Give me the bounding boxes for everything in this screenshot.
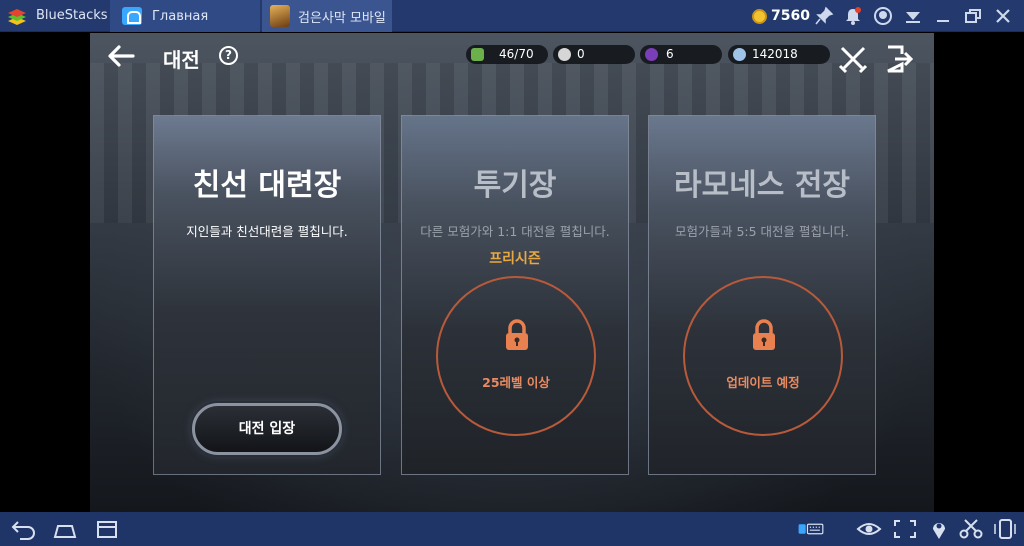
rotate-screen-icon[interactable] — [992, 518, 1018, 540]
tab-game[interactable]: 검은사막 모바일 — [262, 0, 392, 32]
page-title: 대전 — [163, 48, 200, 72]
recents-nav-icon[interactable] — [94, 518, 120, 540]
back-arrow-icon[interactable] — [106, 43, 136, 69]
card-friendly-arena[interactable]: 친선 대련장 지인들과 친선대련을 펼칩니다. 대전 입장 — [153, 115, 381, 475]
eye-icon[interactable] — [856, 518, 882, 540]
restore-icon[interactable] — [963, 6, 983, 26]
card-description: 다른 모험가와 1:1 대전을 펼칩니다. — [420, 224, 610, 239]
home-nav-icon[interactable] — [52, 518, 78, 540]
silver-value: 142018 — [752, 47, 798, 61]
energy-icon — [471, 48, 484, 61]
crystal-icon — [645, 48, 658, 61]
android-navbar — [0, 512, 1024, 546]
fullscreen-icon[interactable] — [892, 518, 918, 540]
crystal-counter: 6 — [640, 45, 722, 64]
pearl-icon — [558, 48, 571, 61]
card-title: 친선 대련장 — [192, 168, 342, 203]
enter-battle-button[interactable]: 대전 입장 — [192, 403, 342, 455]
pin-icon[interactable] — [814, 6, 834, 26]
location-icon[interactable] — [926, 518, 952, 540]
window-titlebar: BlueStacks Главная 검은사막 모바일 7560 — [0, 0, 1024, 32]
card-title: 라모네스 전장 — [673, 168, 851, 203]
pearl-counter: 0 — [553, 45, 635, 64]
lock-icon — [753, 319, 775, 350]
coin-count: 7560 — [771, 8, 810, 24]
game-thumbnail-icon — [270, 5, 290, 27]
card-description: 모험가들과 5:5 대전을 펼칩니다. — [674, 224, 849, 239]
home-icon — [122, 7, 142, 25]
back-nav-icon[interactable] — [10, 518, 36, 540]
tab-home-label: Главная — [152, 8, 209, 24]
crystal-value: 6 — [666, 47, 674, 61]
close-icon[interactable] — [993, 6, 1013, 26]
coin-icon — [752, 9, 767, 24]
bluestacks-logo-icon — [8, 9, 26, 25]
preseason-badge: 프리시즌 — [489, 251, 541, 267]
energy-counter: 46/70 — [466, 45, 548, 64]
energy-value: 46/70 — [499, 47, 534, 61]
unlock-requirement: 25레벨 이상 — [482, 375, 550, 390]
account-icon[interactable] — [873, 6, 893, 26]
lock-ring: 25레벨 이상 — [436, 276, 596, 436]
lock-icon — [506, 319, 528, 350]
minimize-icon[interactable] — [933, 6, 953, 26]
scissors-icon[interactable] — [958, 518, 984, 540]
app-name: BlueStacks — [36, 8, 108, 23]
exit-icon[interactable] — [884, 44, 914, 74]
silver-counter: 142018 — [728, 45, 830, 64]
card-title: 투기장 — [473, 168, 557, 203]
bell-icon[interactable] — [843, 6, 863, 26]
pearl-value: 0 — [577, 47, 585, 61]
card-battlefield[interactable]: 라모네스 전장 모험가들과 5:5 대전을 펼칩니다. 업데이트 예정 — [648, 115, 876, 475]
crossed-swords-icon[interactable] — [838, 44, 868, 74]
card-arena[interactable]: 투기장 다른 모험가와 1:1 대전을 펼칩니다. 프리시즌 25레벨 이상 — [401, 115, 629, 475]
card-description: 지인들과 친선대련을 펼칩니다. — [186, 224, 348, 239]
tab-home[interactable]: Главная — [110, 0, 260, 32]
unlock-requirement: 업데이트 예정 — [726, 375, 800, 390]
lock-ring: 업데이트 예정 — [683, 276, 843, 436]
tab-game-label: 검은사막 모바일 — [298, 10, 386, 26]
keyboard-icon[interactable] — [798, 518, 824, 540]
menu-icon[interactable] — [903, 6, 923, 26]
silver-icon — [733, 48, 746, 61]
help-button[interactable]: ? — [219, 46, 238, 65]
